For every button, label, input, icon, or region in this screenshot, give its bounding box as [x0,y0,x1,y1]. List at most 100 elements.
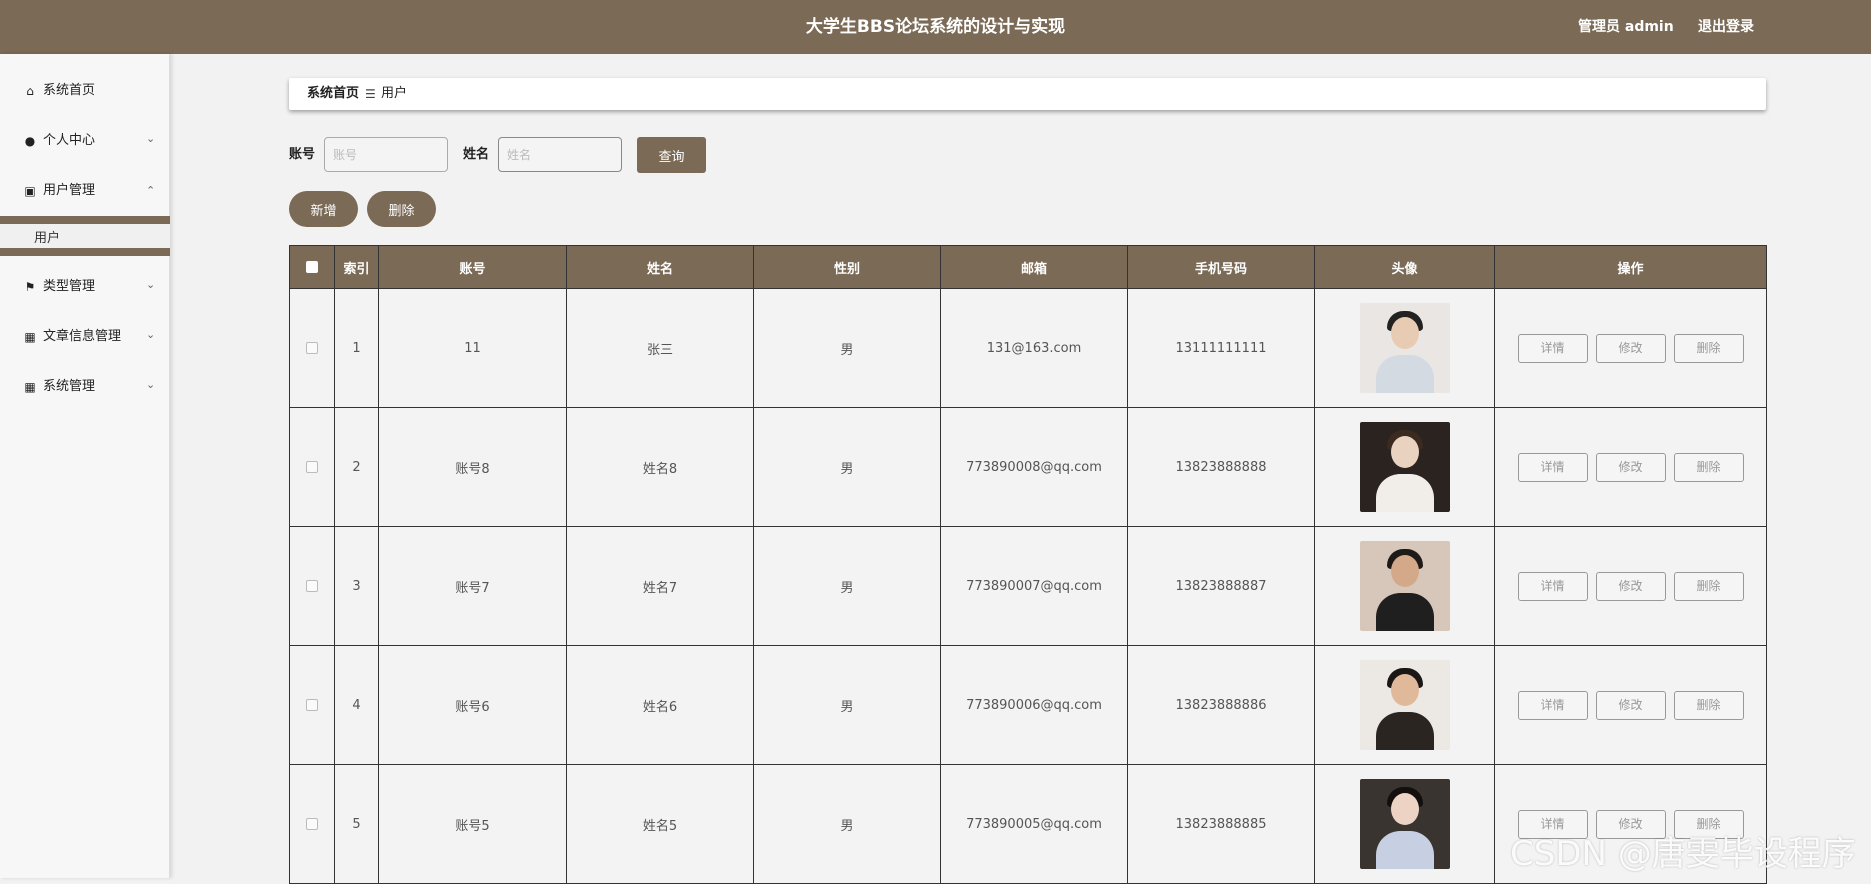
sidebar-subitem-user[interactable]: 用户 [0,216,170,256]
avatar [1359,422,1450,512]
cell-index: 3 [334,526,379,646]
account-search-input[interactable] [324,137,448,172]
batch-delete-button[interactable]: 删除 [367,191,436,227]
delete-button[interactable]: 删除 [1673,690,1744,720]
column-header: 操作 [1494,245,1767,289]
sidebar: ⌂ 系统首页 ● 个人中心 ⌄ ▣ 用户管理 ⌃ 用户 ⚑ 类型管理 ⌄ ▦ 文… [0,54,170,878]
breadcrumb-home[interactable]: 系统首页 [307,78,359,110]
cell-phone: 13111111111 [1127,288,1315,408]
cell-gender: 男 [753,645,941,765]
query-button[interactable]: 查询 [637,137,706,173]
edit-button[interactable]: 修改 [1595,690,1666,720]
chevron-down-icon: ⌄ [146,132,156,145]
column-header: 手机号码 [1127,245,1315,289]
grid-icon: ▦ [24,380,36,394]
detail-button[interactable]: 详情 [1517,690,1588,720]
cell-phone: 13823888887 [1127,526,1315,646]
delete-button[interactable]: 删除 [1673,452,1744,482]
chevron-down-icon: ⌄ [146,378,156,391]
cell-account: 账号5 [378,764,567,884]
cell-email: 773890007@qq.com [940,526,1128,646]
sidebar-item-home[interactable]: ⌂ 系统首页 [0,76,170,106]
account-label: 账号 [289,147,316,162]
row-checkbox[interactable] [306,580,318,592]
cell-index: 5 [334,764,379,884]
select-all-checkbox[interactable] [306,261,318,273]
column-header: 邮箱 [940,245,1128,289]
table-row: 2 账号8 姓名8 男 773890008@qq.com 13823888888… [289,407,1767,527]
user-table: 索引 账号 姓名 性别 邮箱 手机号码 头像 操作 1 11 张三 男 131@… [289,245,1767,884]
sidebar-item-label: 个人中心 [43,133,96,148]
detail-button[interactable]: 详情 [1517,571,1588,601]
cell-gender: 男 [753,764,941,884]
breadcrumb-current: 用户 [381,86,408,101]
user-icon: ● [24,134,36,148]
sidebar-item-label: 用户管理 [43,183,96,198]
chart-icon: ▣ [24,184,36,198]
sidebar-item-label: 类型管理 [43,279,96,294]
cell-index: 4 [334,645,379,765]
add-button[interactable]: 新增 [289,191,358,227]
sidebar-item-label: 系统管理 [43,379,96,394]
chevron-down-icon: ⌄ [146,278,156,291]
watermark: CSDN @唐雯毕设程序 [1510,834,1856,874]
name-label: 姓名 [463,147,490,162]
logout-link[interactable]: 退出登录 [1698,0,1754,54]
cell-phone: 13823888888 [1127,407,1315,527]
edit-button[interactable]: 修改 [1595,452,1666,482]
column-header: 性别 [753,245,941,289]
cell-email: 773890005@qq.com [940,764,1128,884]
sidebar-item-personal-center[interactable]: ● 个人中心 ⌄ [0,126,170,156]
delete-button[interactable]: 删除 [1673,333,1744,363]
column-header: 姓名 [566,245,754,289]
edit-button[interactable]: 修改 [1595,571,1666,601]
table-row: 4 账号6 姓名6 男 773890006@qq.com 13823888886… [289,645,1767,765]
cell-account: 11 [378,288,567,408]
chevron-down-icon: ⌄ [146,328,156,341]
cell-account: 账号7 [378,526,567,646]
row-checkbox[interactable] [306,342,318,354]
breadcrumb-separator-icon: ☰ [365,87,376,101]
name-search-input[interactable] [498,137,622,172]
table-row: 3 账号7 姓名7 男 773890007@qq.com 13823888887… [289,526,1767,646]
breadcrumb: 系统首页 ☰ 用户 [289,78,1766,110]
cell-phone: 13823888885 [1127,764,1315,884]
sidebar-item-user-management[interactable]: ▣ 用户管理 ⌃ [0,176,170,206]
row-checkbox[interactable] [306,818,318,830]
table-row: 1 11 张三 男 131@163.com 13111111111 详情 修改 删除 [289,288,1767,408]
cell-name: 姓名6 [566,645,754,765]
cell-account: 账号6 [378,645,567,765]
cell-index: 1 [334,288,379,408]
row-checkbox[interactable] [306,461,318,473]
home-icon: ⌂ [26,84,34,98]
delete-button[interactable]: 删除 [1673,571,1744,601]
row-checkbox[interactable] [306,699,318,711]
cell-gender: 男 [753,407,941,527]
edit-button[interactable]: 修改 [1595,333,1666,363]
cell-name: 张三 [566,288,754,408]
detail-button[interactable]: 详情 [1517,333,1588,363]
column-header: 账号 [378,245,567,289]
cell-email: 773890006@qq.com [940,645,1128,765]
admin-label: 管理员 admin [1578,19,1674,35]
cell-email: 773890008@qq.com [940,407,1128,527]
cell-name: 姓名8 [566,407,754,527]
avatar [1359,660,1450,750]
cell-account: 账号8 [378,407,567,527]
sidebar-item-article-management[interactable]: ▦ 文章信息管理 ⌄ [0,322,170,352]
cell-gender: 男 [753,288,941,408]
grid-icon: ▦ [24,330,36,344]
sidebar-item-type-management[interactable]: ⚑ 类型管理 ⌄ [0,272,170,302]
detail-button[interactable]: 详情 [1517,452,1588,482]
cell-index: 2 [334,407,379,527]
sidebar-subitem-label: 用户 [34,231,61,246]
column-header: 索引 [334,245,379,289]
top-bar: 大学生BBS论坛系统的设计与实现 管理员 admin 退出登录 [0,0,1871,54]
cell-phone: 13823888886 [1127,645,1315,765]
cell-name: 姓名7 [566,526,754,646]
cell-gender: 男 [753,526,941,646]
table-header-row: 索引 账号 姓名 性别 邮箱 手机号码 头像 操作 [289,245,1767,289]
sidebar-item-system-management[interactable]: ▦ 系统管理 ⌄ [0,372,170,402]
avatar [1359,541,1450,631]
select-all-cell [289,245,335,289]
